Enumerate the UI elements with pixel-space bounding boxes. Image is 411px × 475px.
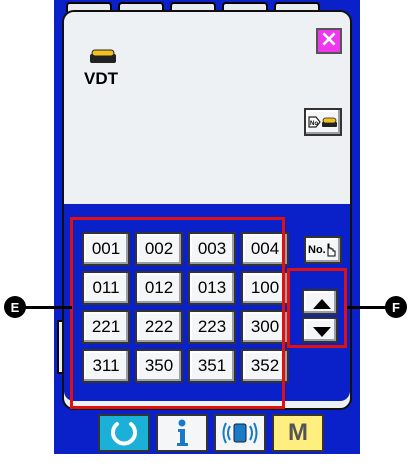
bottom-toolbar: M (54, 410, 360, 454)
reset-button[interactable] (98, 414, 150, 452)
callout-e: E (4, 296, 26, 318)
pattern-number-button[interactable]: 223 (188, 310, 236, 344)
mode-button[interactable]: M (272, 414, 324, 452)
close-button[interactable]: × (316, 28, 342, 54)
pattern-number-button[interactable]: 221 (82, 310, 130, 344)
pattern-number-button[interactable]: 012 (135, 271, 183, 305)
media-label: VDT (84, 69, 118, 88)
pattern-number-button[interactable]: 100 (241, 271, 289, 305)
read-number-button[interactable]: No (304, 108, 342, 136)
number-input-button[interactable]: No. (304, 236, 342, 264)
scroll-down-button[interactable] (302, 317, 338, 343)
triangle-up-icon (313, 299, 331, 309)
pattern-number-button[interactable]: 351 (188, 349, 236, 383)
pattern-number-button[interactable]: 002 (135, 232, 183, 266)
callout-e-leader (18, 306, 72, 309)
pattern-number-button[interactable]: 352 (241, 349, 289, 383)
callout-f: F (385, 296, 407, 318)
pattern-number-button[interactable]: 001 (82, 232, 130, 266)
pattern-number-button[interactable]: 350 (135, 349, 183, 383)
number-to-media-icon: No (308, 116, 337, 128)
pattern-number-button[interactable]: 311 (82, 349, 130, 383)
panel-screen: × VDT No No. 001 002 003 004 011 012 013… (54, 0, 360, 454)
svg-text:No.: No. (308, 244, 326, 256)
pattern-number-button[interactable]: 222 (135, 310, 183, 344)
reset-icon (111, 422, 137, 446)
communication-icon (222, 422, 258, 444)
pattern-number-button[interactable]: 003 (188, 232, 236, 266)
triangle-down-icon (313, 327, 331, 337)
svg-text:No: No (310, 121, 318, 127)
info-icon (177, 419, 188, 446)
information-button[interactable] (156, 414, 208, 452)
pattern-number-button[interactable]: 013 (188, 271, 236, 305)
communication-button[interactable] (214, 414, 266, 452)
pattern-number-grid: 001 002 003 004 011 012 013 100 221 222 … (82, 232, 292, 383)
media-drive-icon (90, 49, 116, 63)
pattern-number-button[interactable]: 011 (82, 271, 130, 305)
number-press-icon: No. (308, 243, 336, 257)
pattern-select-dialog: × VDT No No. 001 002 003 004 011 012 013… (62, 10, 352, 410)
scroll-up-button[interactable] (302, 289, 338, 315)
pattern-number-button[interactable]: 004 (241, 232, 289, 266)
pattern-number-button[interactable]: 300 (241, 310, 289, 344)
